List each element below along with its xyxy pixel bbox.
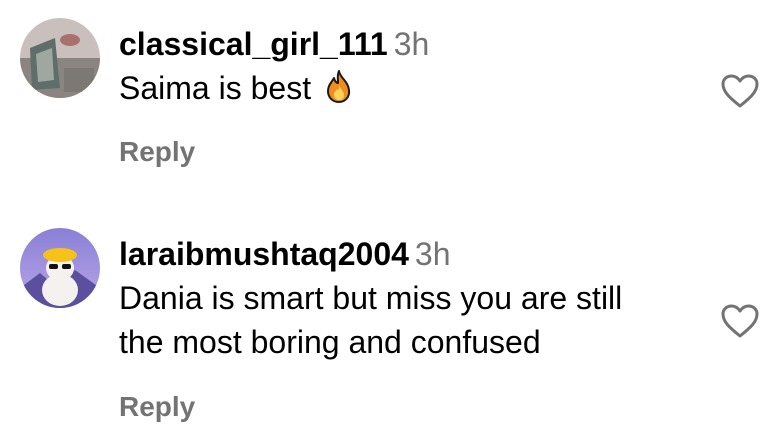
- like-button[interactable]: [720, 303, 760, 339]
- username[interactable]: classical_girl_111: [119, 26, 388, 62]
- comment-text-line: Dania is smart but miss you are still: [119, 280, 623, 316]
- reply-button[interactable]: Reply: [119, 391, 195, 423]
- comment-text: Dania is smart but miss you are still th…: [119, 276, 699, 364]
- timestamp: 3h: [393, 26, 430, 62]
- comment-text-content: Saima is best: [119, 70, 312, 106]
- like-button[interactable]: [720, 73, 760, 109]
- comment-body: laraibmushtaq2004 3h Dania is smart but m…: [119, 234, 699, 364]
- fire-emoji: [324, 69, 354, 114]
- comment-text-line: the most boring and confused: [119, 324, 541, 360]
- comment-body: classical_girl_111 3h Saima is best: [119, 24, 699, 114]
- comment-header: laraibmushtaq2004 3h: [119, 234, 699, 274]
- heart-outline-icon: [721, 74, 759, 108]
- username[interactable]: laraibmushtaq2004: [119, 236, 409, 272]
- avatar[interactable]: [20, 228, 100, 308]
- comment-text: Saima is best: [119, 66, 699, 114]
- heart-outline-icon: [721, 304, 759, 338]
- timestamp: 3h: [414, 236, 451, 272]
- comment-header: classical_girl_111 3h: [119, 24, 699, 64]
- comment-item: laraibmushtaq2004 3h Dania is smart but m…: [0, 210, 776, 442]
- comment-item: classical_girl_111 3h Saima is best Reply: [0, 0, 776, 210]
- reply-button[interactable]: Reply: [119, 136, 195, 168]
- avatar[interactable]: [20, 18, 100, 98]
